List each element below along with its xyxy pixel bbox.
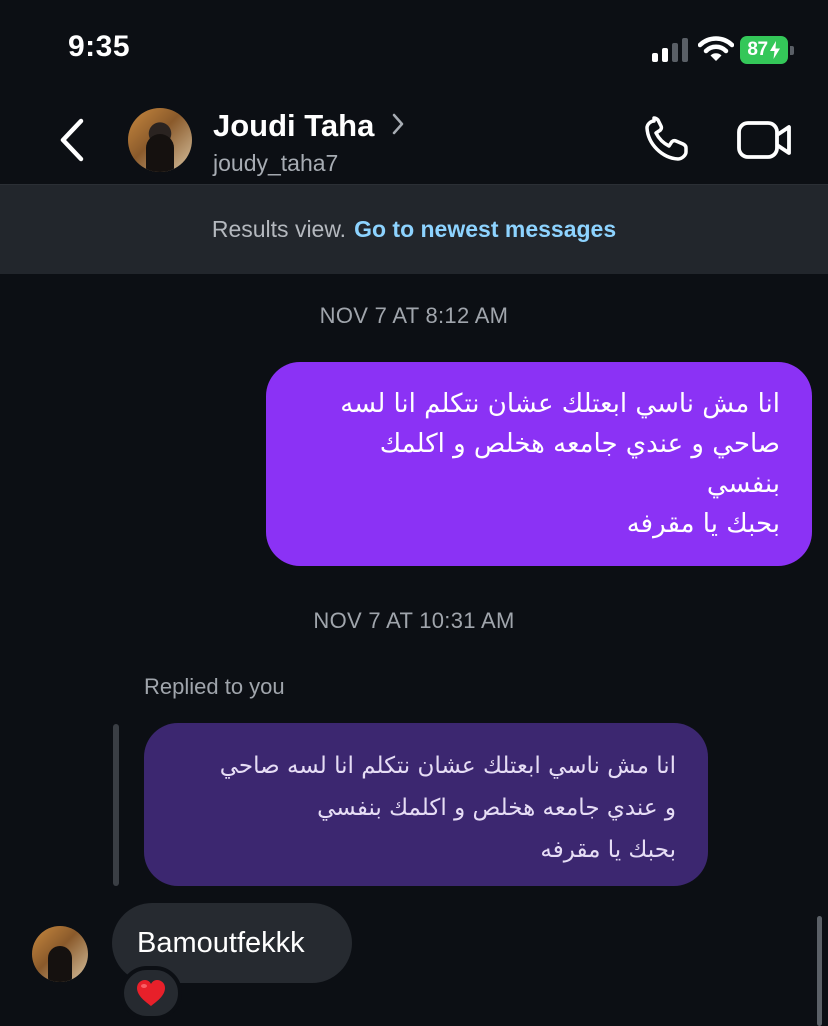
- back-button[interactable]: [52, 116, 92, 164]
- go-to-newest-link[interactable]: Go to newest messages: [354, 216, 616, 243]
- quoted-line: بحبك يا مقرفه: [540, 837, 676, 863]
- quoted-line: و عندي جامعه هخلص و اكلمك بنفسي: [317, 795, 676, 821]
- status-bar: 9:35 87: [0, 0, 828, 96]
- replied-to-you-label: Replied to you: [144, 674, 285, 699]
- signal-icon: [652, 38, 688, 62]
- battery-cap: [790, 46, 794, 55]
- contact-handle[interactable]: joudy_taha7: [213, 150, 338, 177]
- message-line: بحبك يا مقرفه: [626, 509, 780, 539]
- quoted-message-bubble[interactable]: انا مش ناسي ابعتلك عشان نتكلم انا لسه صا…: [144, 723, 708, 886]
- wifi-icon: [698, 36, 734, 61]
- phone-icon[interactable]: [640, 116, 694, 164]
- scrollbar[interactable]: [817, 916, 822, 1026]
- reply-indicator-bar: [113, 724, 119, 886]
- message-line: بنفسي: [706, 469, 780, 499]
- results-view-label: Results view.: [211, 216, 347, 242]
- battery-charging-icon: 87: [740, 36, 794, 64]
- message-timestamp: NOV 7 AT 8:12 AM: [319, 303, 509, 328]
- message-line: صاحي و عندي جامعه هخلص و اكلمك: [379, 429, 780, 459]
- video-camera-icon[interactable]: [736, 120, 792, 160]
- message-timestamp: NOV 7 AT 10:31 AM: [313, 608, 515, 633]
- status-time: 9:35: [68, 30, 131, 63]
- thread-header: Joudi Taha joudy_taha7: [0, 96, 828, 184]
- chevron-right-icon[interactable]: [390, 112, 406, 136]
- heart-emoji-icon: [137, 980, 165, 1006]
- back-chevron-icon: [60, 118, 84, 162]
- battery-level: 87: [740, 36, 788, 64]
- contact-name[interactable]: Joudi Taha: [213, 108, 374, 144]
- results-banner: Results view. Go to newest messages: [0, 184, 828, 274]
- received-message-text: Bamoutfekkk: [137, 926, 305, 959]
- heart-reaction[interactable]: [120, 966, 182, 1020]
- message-line: انا مش ناسي ابعتلك عشان نتكلم انا لسه: [340, 389, 780, 419]
- quoted-line: انا مش ناسي ابعتلك عشان نتكلم انا لسه صا…: [219, 753, 676, 779]
- contact-avatar[interactable]: [128, 108, 192, 172]
- sent-message-bubble[interactable]: انا مش ناسي ابعتلك عشان نتكلم انا لسه صا…: [266, 362, 812, 566]
- sender-avatar[interactable]: [32, 926, 88, 982]
- dm-thread-screen: 9:35 87 Joudi Taha joudy_taha7 Results v…: [0, 0, 828, 1026]
